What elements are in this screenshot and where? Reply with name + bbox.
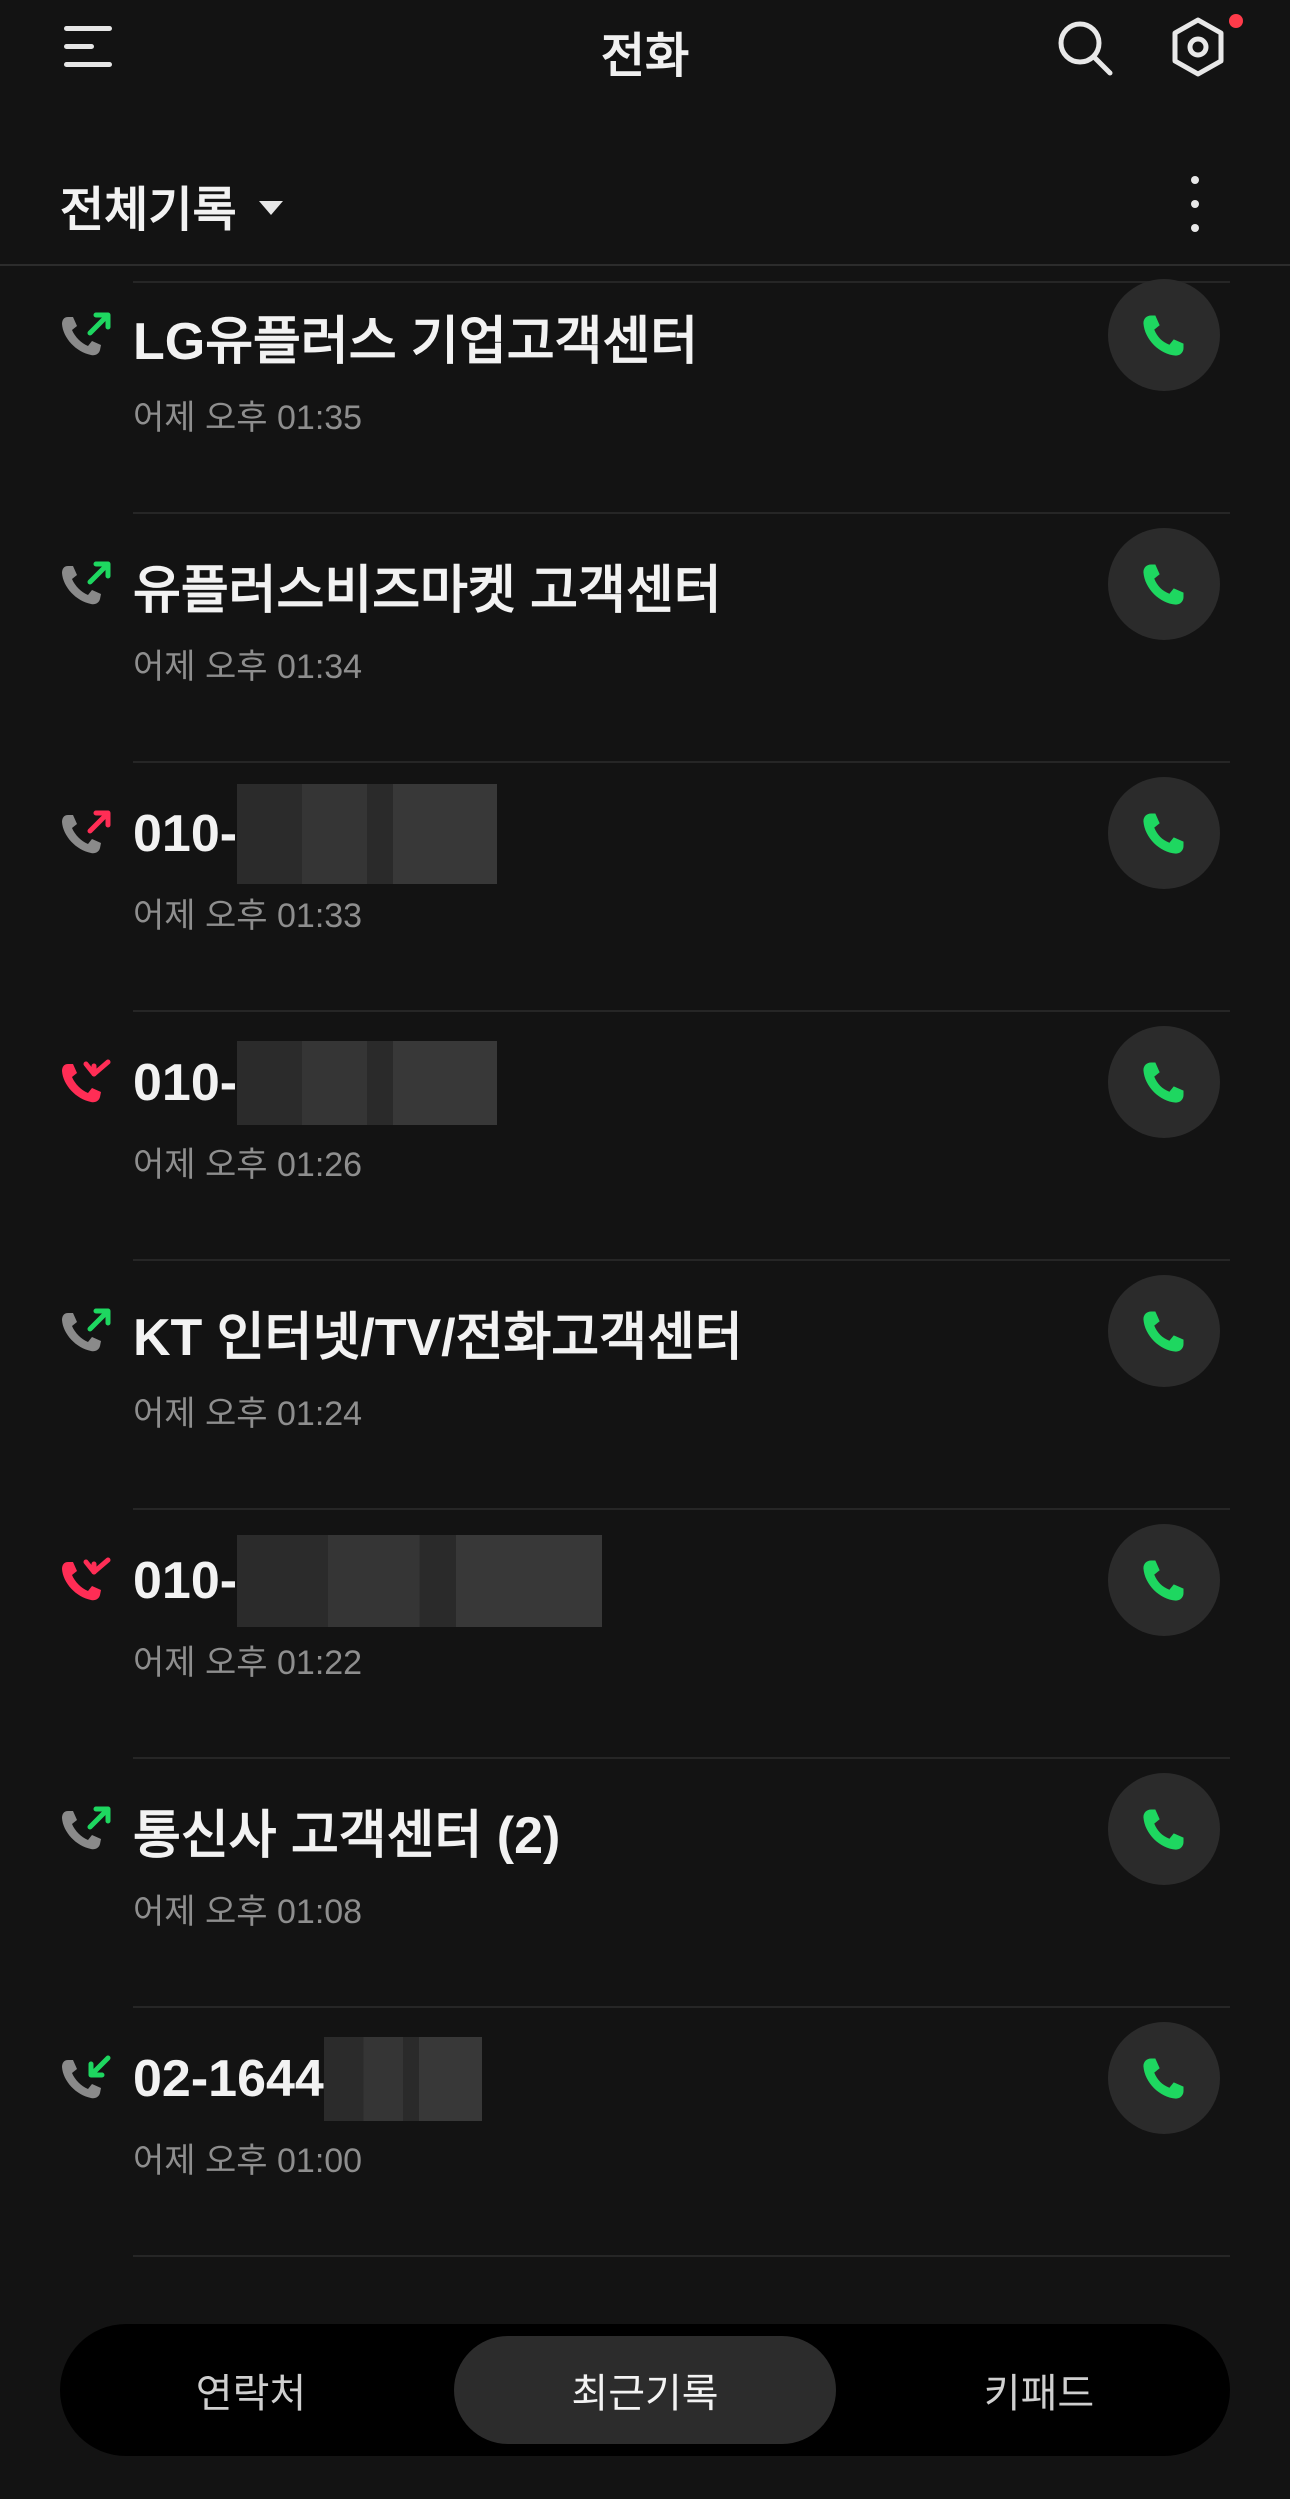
- redacted-number: [323, 2037, 482, 2121]
- call-button[interactable]: [1108, 279, 1220, 391]
- caller-name-text: 010-: [133, 1552, 238, 1610]
- row-divider: [133, 2255, 1230, 2257]
- row-divider: [133, 1508, 1230, 1510]
- missed-call-icon: [58, 1058, 112, 1112]
- call-time: 어제 오후 01:26: [133, 1146, 363, 1184]
- top-app-bar: 전화: [0, 0, 1290, 100]
- incoming-call-icon: [58, 2054, 112, 2108]
- caller-name: 유플러스비즈마켓 고객센터: [133, 535, 722, 635]
- call-time: 어제 오후 01:08: [133, 1893, 363, 1931]
- call-time: 어제 오후 01:35: [133, 399, 363, 437]
- outgoing-call-icon: [58, 1805, 112, 1859]
- row-divider: [133, 761, 1230, 763]
- call-log-item[interactable]: 010- 어제 오후 01:33: [0, 777, 1290, 1024]
- call-button[interactable]: [1108, 1026, 1220, 1138]
- call-log-item[interactable]: 010- 어제 오후 01:22: [0, 1524, 1290, 1771]
- phone-icon: [1138, 558, 1190, 610]
- outgoing-call-icon: [58, 311, 112, 365]
- call-log-item[interactable]: 유플러스비즈마켓 고객센터어제 오후 01:34: [0, 528, 1290, 775]
- phone-icon: [1138, 1056, 1190, 1108]
- outgoing-call-icon: [58, 1307, 112, 1361]
- call-log-item[interactable]: KT 인터넷/TV/전화고객센터어제 오후 01:24: [0, 1275, 1290, 1522]
- settings-icon[interactable]: [1165, 14, 1231, 80]
- redacted-number: [237, 784, 498, 884]
- call-button[interactable]: [1108, 1275, 1220, 1387]
- caller-name: 010-: [133, 784, 498, 884]
- phone-icon: [1138, 807, 1190, 859]
- caller-name: LG유플러스 기업고객센터: [133, 286, 698, 386]
- outgoing-call-icon: [58, 560, 112, 614]
- filter-label: 전체기록: [60, 184, 237, 237]
- tab-contacts[interactable]: 연락처: [60, 2336, 442, 2444]
- caller-name: 010-: [133, 1033, 498, 1133]
- call-button[interactable]: [1108, 1524, 1220, 1636]
- phone-icon: [1138, 2052, 1190, 2104]
- call-button[interactable]: [1108, 777, 1220, 889]
- filter-bar: 전체기록: [0, 150, 1290, 266]
- caller-name-text: LG유플러스 기업고객센터: [133, 312, 699, 371]
- row-divider: [133, 1010, 1230, 1012]
- phone-icon: [1138, 1554, 1190, 1606]
- caller-name-text: 통신사 고객센터 (2): [133, 1806, 561, 1865]
- phone-icon: [1138, 309, 1190, 361]
- call-log-item[interactable]: 010- 어제 오후 01:26: [0, 1026, 1290, 1273]
- call-log-item[interactable]: LG유플러스 기업고객센터어제 오후 01:35: [0, 279, 1290, 526]
- caller-name: 02-1644: [133, 2029, 482, 2129]
- row-divider: [133, 1259, 1230, 1261]
- row-divider: [133, 2006, 1230, 2008]
- tab-recents[interactable]: 최근기록: [454, 2336, 836, 2444]
- outgoing-call-icon: [58, 809, 112, 863]
- call-time: 어제 오후 01:00: [133, 2142, 363, 2180]
- notification-dot: [1229, 14, 1243, 28]
- tab-keypad[interactable]: 키패드: [848, 2336, 1230, 2444]
- call-filter-dropdown[interactable]: 전체기록: [60, 170, 283, 240]
- redacted-number: [237, 1535, 603, 1627]
- phone-icon: [1138, 1803, 1190, 1855]
- call-time: 어제 오후 01:33: [133, 897, 363, 935]
- row-divider: [133, 1757, 1230, 1759]
- call-log-item[interactable]: 02-1644 어제 오후 01:00: [0, 2022, 1290, 2269]
- phone-icon: [1138, 1305, 1190, 1357]
- missed-call-icon: [58, 1556, 112, 1610]
- caller-name-text: 유플러스비즈마켓 고객센터: [133, 561, 722, 620]
- search-icon[interactable]: [1055, 18, 1115, 78]
- call-button[interactable]: [1108, 1773, 1220, 1885]
- row-divider: [133, 281, 1230, 283]
- caller-name: KT 인터넷/TV/전화고객센터: [133, 1282, 743, 1382]
- caller-name-text: 010-: [133, 1054, 238, 1112]
- call-time: 어제 오후 01:22: [133, 1644, 363, 1682]
- caller-name-text: 010-: [133, 805, 238, 863]
- redacted-number: [237, 1041, 498, 1125]
- row-divider: [133, 512, 1230, 514]
- caller-name: 010-: [133, 1531, 603, 1631]
- caller-name: 통신사 고객센터 (2): [133, 1780, 560, 1880]
- call-button[interactable]: [1108, 528, 1220, 640]
- call-time: 어제 오후 01:34: [133, 648, 363, 686]
- caller-name-text: 02-1644: [133, 2050, 324, 2108]
- caret-down-icon: [258, 201, 283, 215]
- bottom-nav: 연락처 최근기록 키패드: [60, 2324, 1230, 2456]
- caller-name-text: KT 인터넷/TV/전화고객센터: [133, 1308, 743, 1367]
- more-vertical-icon[interactable]: [1180, 174, 1210, 234]
- call-log-item[interactable]: 통신사 고객센터 (2) 어제 오후 01:08: [0, 1773, 1290, 2020]
- call-button[interactable]: [1108, 2022, 1220, 2134]
- call-time: 어제 오후 01:24: [133, 1395, 363, 1433]
